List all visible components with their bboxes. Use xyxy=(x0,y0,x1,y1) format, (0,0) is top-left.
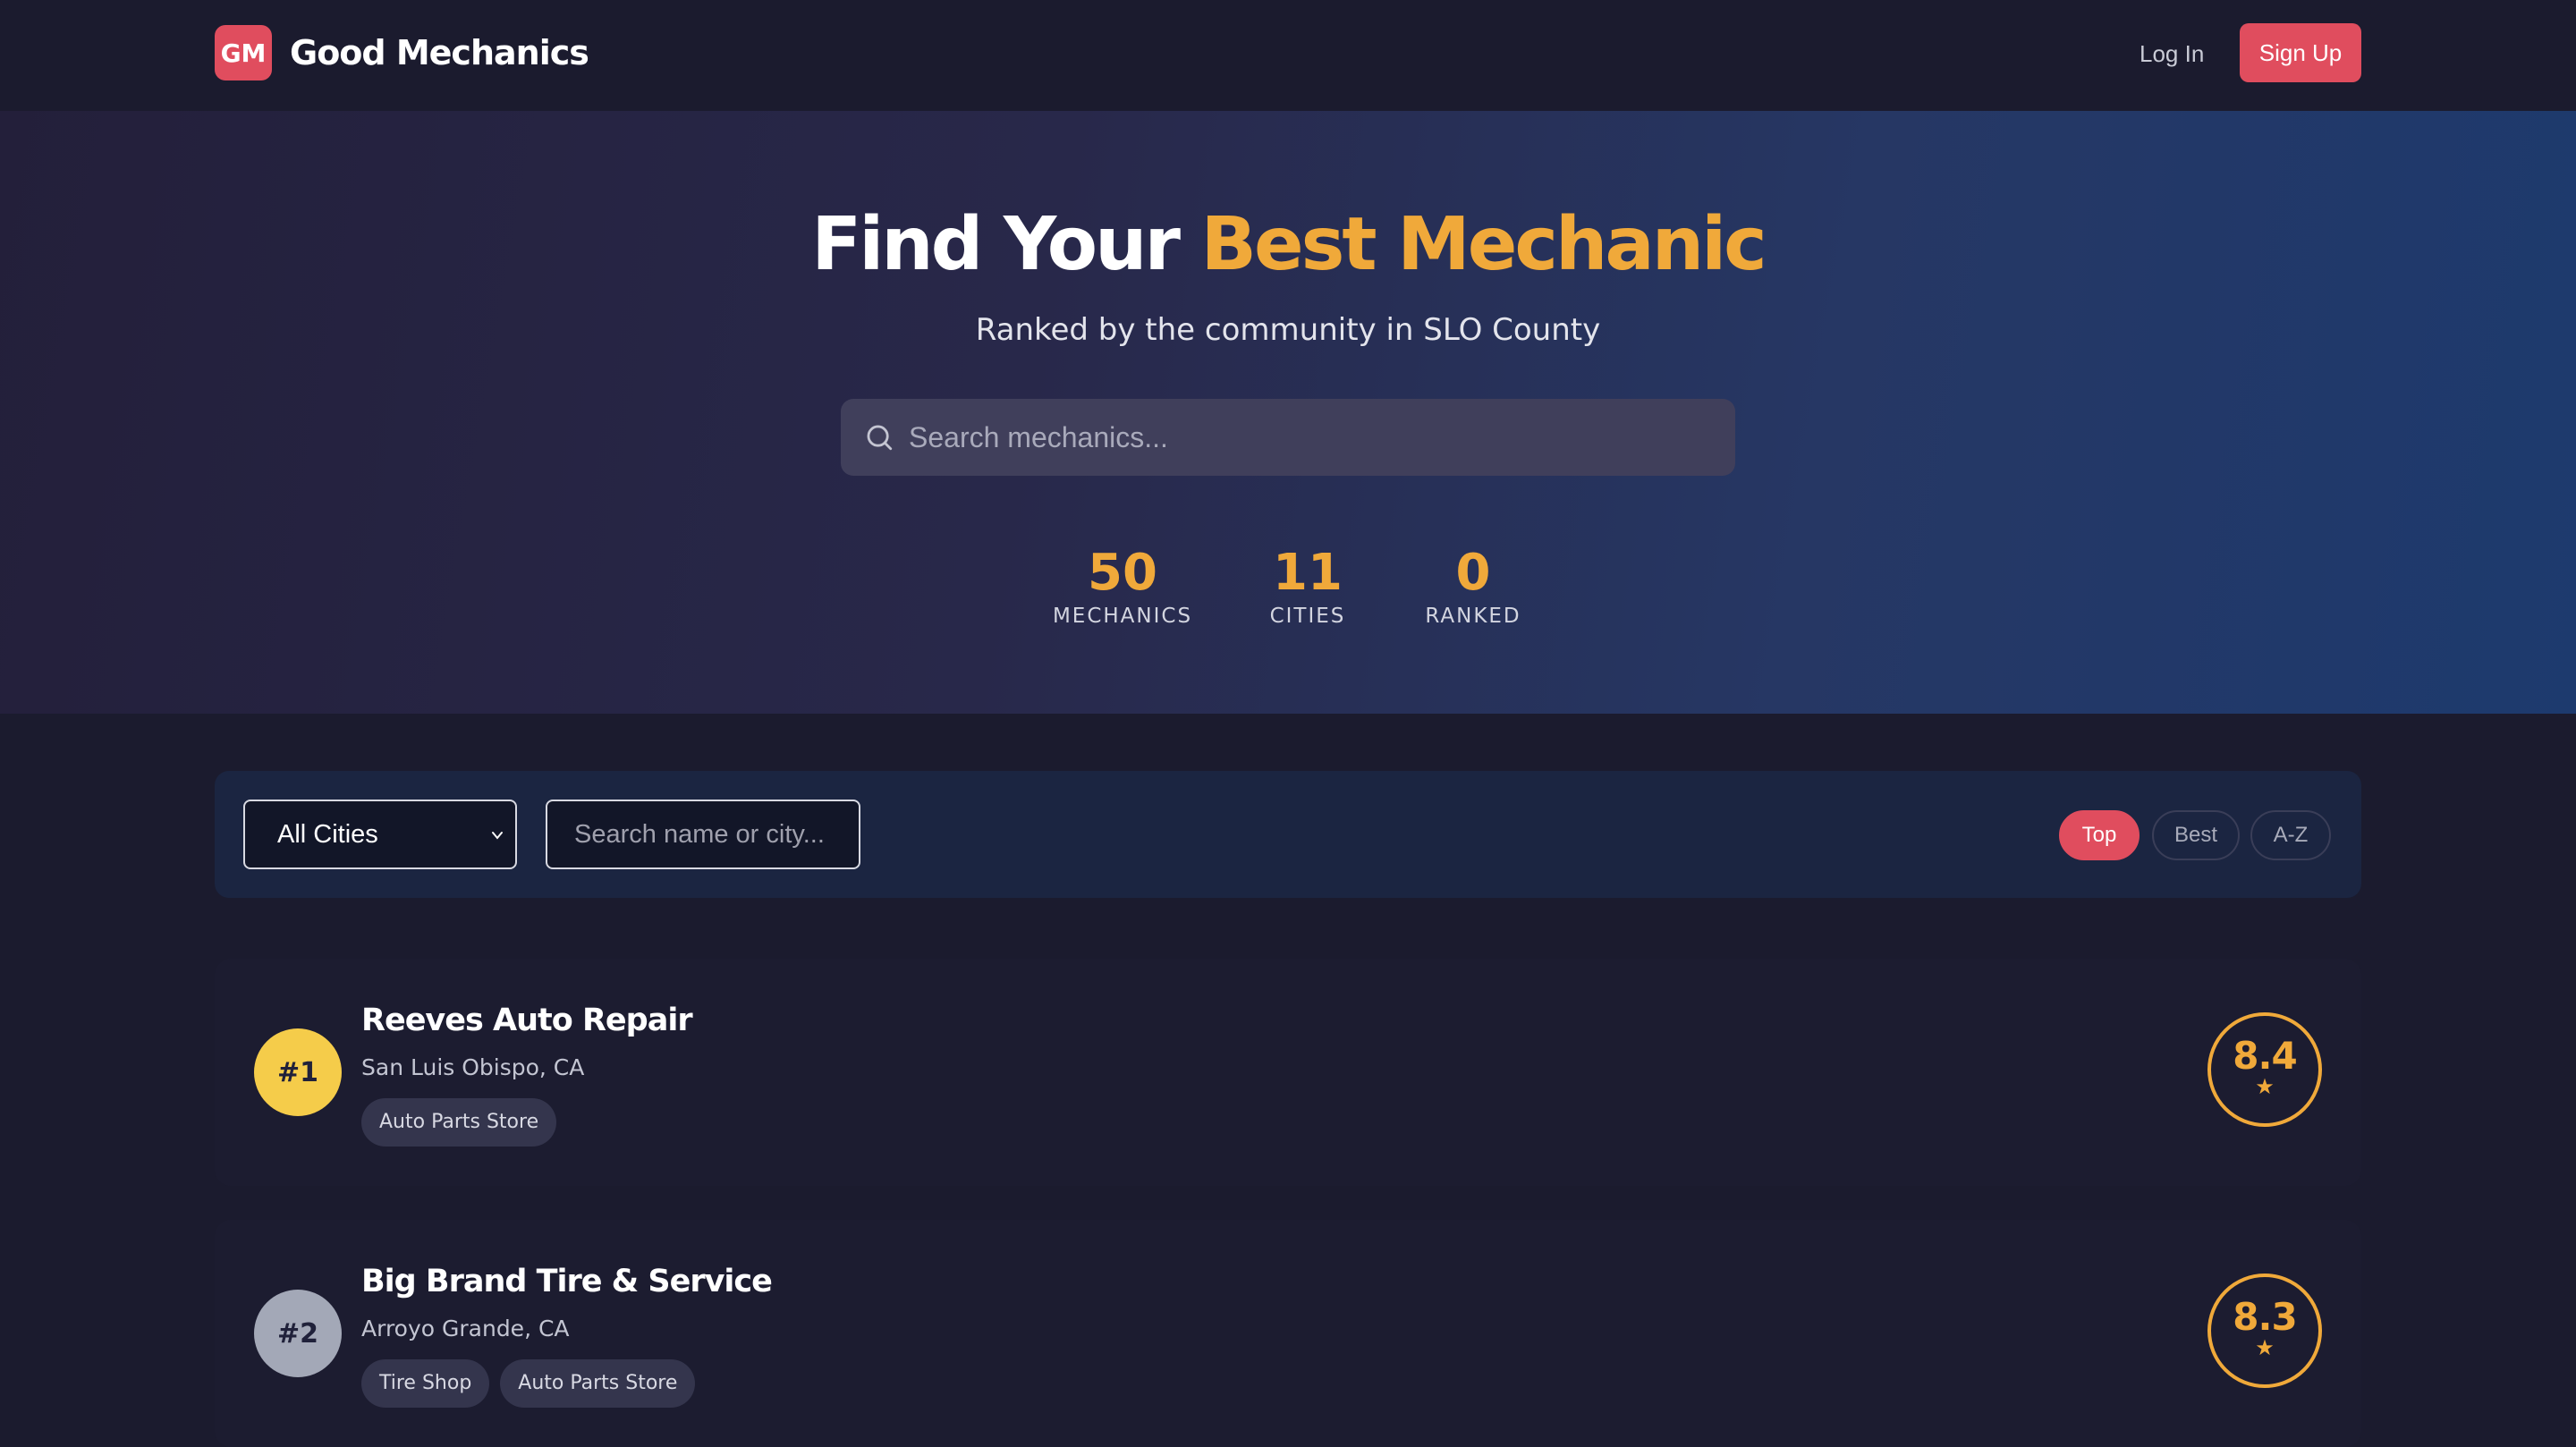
score-value: 8.3 xyxy=(2233,1295,2297,1339)
brand-name: Good Mechanics xyxy=(290,33,589,72)
city-select-value: All Cities xyxy=(277,820,378,849)
category-tag: Auto Parts Store xyxy=(500,1359,696,1408)
rank-badge: #2 xyxy=(254,1290,342,1377)
hero-title-prefix: Find Your xyxy=(811,202,1181,287)
tag-list: Auto Parts Store xyxy=(361,1098,567,1147)
sort-best-button[interactable]: Best xyxy=(2152,810,2240,860)
signup-button[interactable]: Sign Up xyxy=(2240,23,2361,82)
stat-label: RANKED xyxy=(1425,605,1521,628)
mechanic-location: San Luis Obispo, CA xyxy=(361,1054,585,1080)
brand-home-link[interactable]: GM Good Mechanics xyxy=(215,25,589,80)
stat-label: MECHANICS xyxy=(1052,605,1193,628)
name-search-field[interactable] xyxy=(546,800,860,869)
stat-value: 50 xyxy=(1088,544,1157,602)
hero-search-input[interactable] xyxy=(909,399,1714,476)
name-search-input[interactable] xyxy=(547,801,859,867)
stat-value: 11 xyxy=(1273,544,1343,602)
hero-search-box[interactable] xyxy=(841,399,1735,476)
logo-badge: GM xyxy=(215,25,272,80)
rank-badge: #1 xyxy=(254,1028,342,1116)
category-tag: Tire Shop xyxy=(361,1359,490,1408)
hero-title: Find Your Best Mechanic xyxy=(0,202,2576,288)
stat-label: CITIES xyxy=(1269,605,1346,628)
sort-az-button[interactable]: A-Z xyxy=(2250,810,2331,860)
stat-cities: 11 CITIES xyxy=(1252,542,1363,630)
mechanic-location: Arroyo Grande, CA xyxy=(361,1316,570,1341)
score-ring: 8.4 ★ xyxy=(2207,1012,2322,1127)
stat-ranked: 0 RANKED xyxy=(1415,542,1531,630)
star-icon: ★ xyxy=(2255,1335,2275,1360)
login-link[interactable]: Log In xyxy=(2140,36,2204,72)
stat-value: 0 xyxy=(1455,544,1491,602)
star-icon: ★ xyxy=(2255,1074,2275,1099)
top-nav: GM Good Mechanics Log In Sign Up xyxy=(0,0,2576,111)
stat-mechanics: 50 MECHANICS xyxy=(1046,542,1199,630)
category-tag: Auto Parts Store xyxy=(361,1098,557,1147)
tag-list: Tire Shop Auto Parts Store xyxy=(361,1359,706,1408)
mechanic-card[interactable]: #1 Reeves Auto Repair San Luis Obispo, C… xyxy=(215,959,2361,1186)
mechanic-name[interactable]: Reeves Auto Repair xyxy=(361,998,693,1043)
search-icon xyxy=(867,425,893,451)
filter-bar: All Cities Top Best A-Z xyxy=(215,771,2361,898)
score-value: 8.4 xyxy=(2233,1034,2297,1078)
mechanic-name[interactable]: Big Brand Tire & Service xyxy=(361,1259,773,1304)
city-select[interactable]: All Cities xyxy=(243,800,517,869)
sort-top-button[interactable]: Top xyxy=(2059,810,2140,860)
hero-title-accent: Best Mechanic xyxy=(1200,202,1767,287)
hero-subtitle: Ranked by the community in SLO County xyxy=(975,312,1601,348)
mechanic-card[interactable]: #2 Big Brand Tire & Service Arroyo Grand… xyxy=(215,1220,2361,1447)
score-ring: 8.3 ★ xyxy=(2207,1274,2322,1388)
chevron-down-icon xyxy=(492,832,503,840)
